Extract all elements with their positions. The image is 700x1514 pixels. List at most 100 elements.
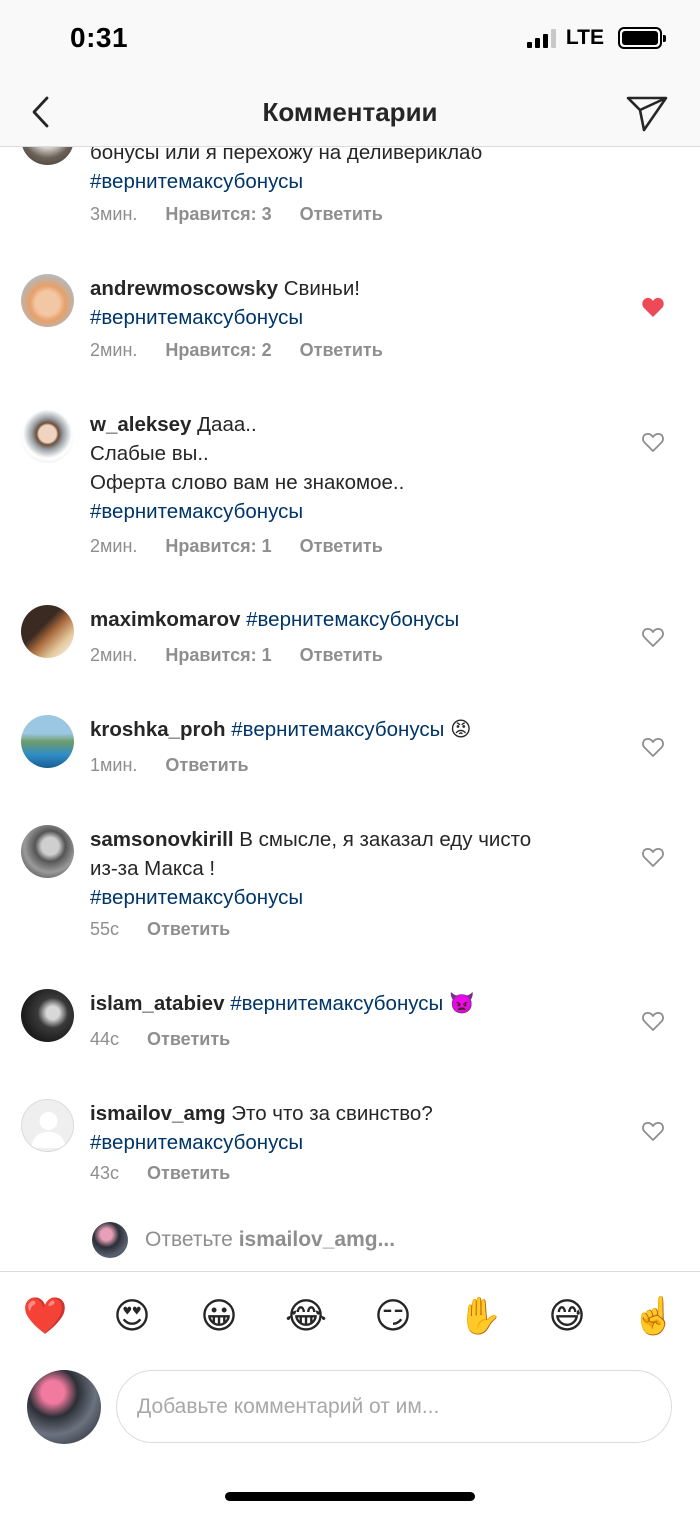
comments-list[interactable]: бонусы или я перехожу на деливериклаб #в…	[0, 130, 700, 1270]
comment-username[interactable]: islam_atabiev	[90, 992, 224, 1015]
comment-time: 2мин.	[90, 645, 138, 665]
reply-button[interactable]: Ответить	[147, 1163, 230, 1184]
likes-count[interactable]: Нравится: 3	[165, 204, 271, 225]
hashtag-link[interactable]: #вернитемаксубонусы	[230, 992, 443, 1015]
status-bar: 0:31 LTE	[0, 0, 700, 80]
comment-text: w_aleksey Дааа.. Слабые вы.. Оферта слов…	[90, 410, 600, 526]
grinning-face-emoji[interactable]: 😀	[195, 1295, 243, 1339]
comment-text: kroshka_proh #вернитемаксубонусы 😡	[90, 715, 600, 744]
comment-username[interactable]: samsonovkirill	[90, 828, 234, 851]
hashtag-link[interactable]: #вернитемаксубонусы	[90, 883, 600, 912]
page-title: Комментарии	[262, 97, 438, 127]
comment-text: ismailov_amg Это что за свинство? #верни…	[90, 1099, 600, 1157]
imp-emoji: 👿	[448, 992, 475, 1015]
comment-meta: 3мин. Нравится: 3 Ответить	[90, 204, 383, 225]
battery-icon	[618, 27, 666, 49]
comment-username[interactable]: kroshka_proh	[90, 718, 226, 741]
heart-outline-icon[interactable]	[641, 846, 665, 868]
reply-prompt-prefix: Ответьте	[145, 1228, 233, 1251]
comment-time: 2мин.	[90, 340, 138, 360]
avatar[interactable]	[21, 605, 74, 658]
direct-send-icon[interactable]	[624, 90, 670, 136]
comment-message: Дааа..	[197, 413, 257, 436]
signal-icon	[526, 28, 556, 48]
sweat-smile-emoji[interactable]: 😅	[543, 1295, 591, 1339]
reply-button[interactable]: Ответить	[300, 340, 383, 361]
status-indicators: LTE	[526, 26, 666, 50]
avatar[interactable]	[21, 715, 74, 768]
heart-outline-icon[interactable]	[641, 626, 665, 648]
comment-username[interactable]: ismailov_amg	[90, 1102, 226, 1125]
angry-face-emoji: 😡	[450, 718, 472, 741]
reply-button[interactable]: Ответить	[147, 1029, 230, 1050]
reply-prompt-username: ismailov_amg...	[238, 1228, 396, 1251]
comment-time: 44с	[90, 1029, 120, 1049]
reply-button[interactable]: Ответить	[300, 204, 383, 225]
my-avatar	[27, 1370, 101, 1444]
comment-meta: 55с Ответить	[90, 919, 230, 940]
comment-text: samsonovkirill В смысле, я заказал еду ч…	[90, 825, 600, 912]
comment-line: Оферта слово вам не знакомое..	[90, 471, 405, 494]
likes-count[interactable]: Нравится: 2	[165, 340, 271, 361]
comment-meta: 2мин. Нравится: 2 Ответить	[90, 340, 383, 361]
user-silhouette-icon	[31, 1112, 66, 1148]
heart-filled-icon[interactable]	[641, 296, 665, 318]
index-pointing-up-emoji[interactable]: ☝️	[630, 1295, 678, 1339]
comment-meta: 44с Ответить	[90, 1029, 230, 1050]
hashtag-link[interactable]: #вернитемаксубонусы	[231, 718, 444, 741]
comment-text: andrewmoscowsky Свиньи! #вернитемаксубон…	[90, 274, 600, 332]
avatar[interactable]	[21, 989, 74, 1042]
comment-text: maximkomarov #вернитемаксубонусы	[90, 605, 600, 634]
comment-line: из-за Макса !	[90, 857, 216, 880]
comment-username[interactable]: w_aleksey	[90, 413, 191, 436]
comment-meta: 2мин. Нравится: 1 Ответить	[90, 645, 383, 666]
heart-outline-icon[interactable]	[641, 736, 665, 758]
comment-time: 43с	[90, 1163, 120, 1183]
comment-text: islam_atabiev #вернитемаксубонусы 👿	[90, 989, 600, 1018]
comment-line: Слабые вы..	[90, 442, 209, 465]
comment-message: Свиньи!	[283, 277, 360, 300]
comment-time: 1мин.	[90, 755, 138, 775]
likes-count[interactable]: Нравится: 1	[165, 536, 271, 557]
home-indicator[interactable]	[225, 1492, 475, 1501]
avatar[interactable]	[21, 825, 74, 878]
raised-hand-emoji[interactable]: ✋	[456, 1295, 504, 1339]
comment-message: В смысле, я заказал еду чисто	[239, 828, 532, 851]
comment-username[interactable]: andrewmoscowsky	[90, 277, 278, 300]
reply-prompt[interactable]: Ответьте ismailov_amg...	[0, 1222, 700, 1262]
nav-bar: Комментарии	[0, 80, 700, 147]
reply-button[interactable]: Ответить	[300, 645, 383, 666]
reply-button[interactable]: Ответить	[165, 755, 248, 776]
comment-message: Это что за свинство?	[231, 1102, 433, 1125]
tears-of-joy-emoji[interactable]: 😂	[282, 1295, 330, 1339]
hashtag-link[interactable]: #вернитемаксубонусы	[90, 167, 600, 196]
reply-button[interactable]: Ответить	[147, 919, 230, 940]
reply-prompt-text: Ответьте ismailov_amg...	[145, 1228, 395, 1252]
heart-outline-icon[interactable]	[641, 1010, 665, 1032]
network-label: LTE	[565, 26, 604, 49]
comment-time: 3мин.	[90, 204, 138, 224]
avatar-placeholder[interactable]	[21, 1099, 74, 1152]
comment-composer	[0, 1362, 700, 1452]
hashtag-link[interactable]: #вернитемаксубонусы	[90, 303, 600, 332]
smirking-face-emoji[interactable]: 😏	[369, 1295, 417, 1339]
avatar	[92, 1222, 128, 1258]
heart-outline-icon[interactable]	[641, 1120, 665, 1142]
heart-eyes-emoji[interactable]: 😍	[108, 1295, 156, 1339]
hashtag-link[interactable]: #вернитемаксубонусы	[246, 608, 459, 631]
comment-time: 55с	[90, 919, 120, 939]
comment-meta: 2мин. Нравится: 1 Ответить	[90, 536, 383, 557]
reply-button[interactable]: Ответить	[300, 536, 383, 557]
likes-count[interactable]: Нравится: 1	[165, 645, 271, 666]
comment-username[interactable]: maximkomarov	[90, 608, 240, 631]
hashtag-link[interactable]: #вернитемаксубонусы	[90, 497, 600, 526]
red-heart-emoji[interactable]: ❤️	[21, 1295, 69, 1339]
comment-input[interactable]	[116, 1370, 672, 1443]
hashtag-link[interactable]: #вернитемаксубонусы	[90, 1128, 600, 1157]
avatar[interactable]	[21, 274, 74, 327]
heart-outline-icon[interactable]	[641, 431, 665, 453]
comment-meta: 1мин. Ответить	[90, 755, 249, 776]
status-time: 0:31	[70, 22, 129, 53]
comment-meta: 43с Ответить	[90, 1163, 230, 1184]
avatar[interactable]	[21, 410, 74, 463]
